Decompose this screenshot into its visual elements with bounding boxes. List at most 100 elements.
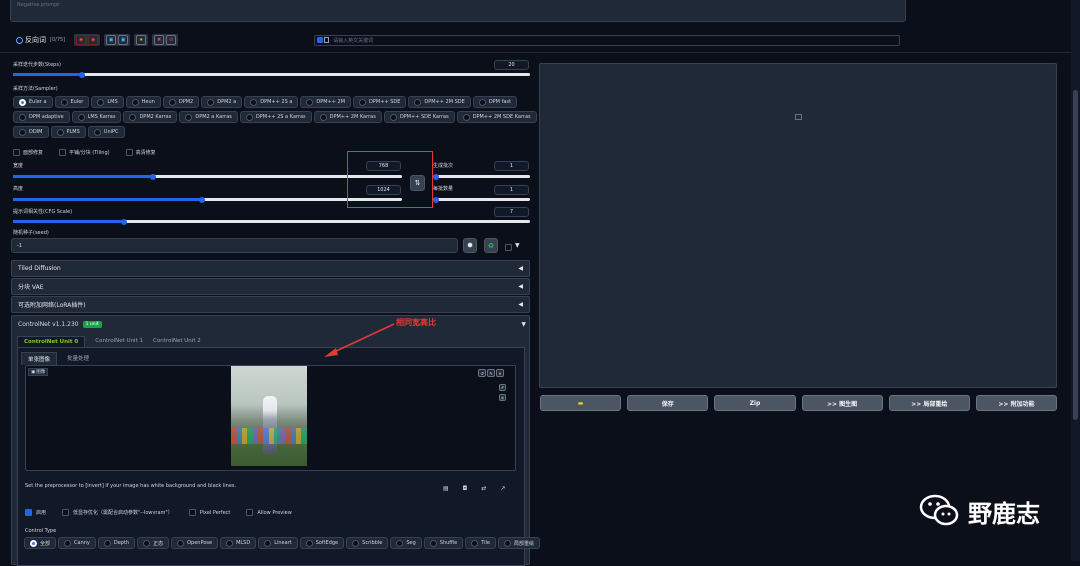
hires-checkbox[interactable]: 高清修复 bbox=[125, 149, 156, 156]
tiling-box[interactable] bbox=[59, 149, 67, 156]
steps-value[interactable]: 20 bbox=[494, 60, 529, 70]
control-type-option[interactable]: Scribble bbox=[346, 537, 389, 549]
width-slider[interactable] bbox=[13, 173, 402, 180]
control-type-option[interactable]: Canny bbox=[58, 537, 96, 549]
sampler-option[interactable]: DPM adaptive bbox=[13, 111, 70, 123]
lowvram-checkbox[interactable] bbox=[62, 509, 70, 516]
sampler-option[interactable]: DPM++ 2S a Karras bbox=[239, 111, 312, 123]
sampler-option[interactable]: DDIM bbox=[13, 126, 49, 138]
sampler-option[interactable]: DPM2 bbox=[162, 96, 200, 108]
pen-tool-icon[interactable]: ✐ bbox=[499, 384, 506, 391]
tab-batch[interactable]: 批量处理 bbox=[67, 352, 89, 365]
control-type-option[interactable]: Shuffle bbox=[423, 537, 464, 549]
sampler-option[interactable]: Euler a bbox=[13, 96, 53, 108]
tag-search-field[interactable]: 请输入英文关键词 bbox=[314, 34, 901, 46]
copy-icon[interactable]: ▣ bbox=[118, 35, 129, 45]
height-slider[interactable] bbox=[13, 196, 402, 203]
output-button-1[interactable]: 保存 bbox=[627, 395, 709, 411]
reuse-seed-button[interactable]: ♻ bbox=[484, 238, 498, 253]
sampler-option[interactable]: DPM++ 2M SDE bbox=[408, 96, 471, 108]
tab-unit-0[interactable]: ControlNet Unit 0 bbox=[17, 336, 86, 347]
camera-icon[interactable]: ◘ bbox=[463, 485, 468, 492]
control-type-option[interactable]: Tile bbox=[465, 537, 496, 549]
enable-checkbox[interactable] bbox=[25, 509, 32, 516]
extra-seed-checkbox[interactable] bbox=[505, 244, 512, 251]
controlnet-header[interactable]: ControlNet v1.1.230 1 unit ▼ bbox=[18, 321, 526, 328]
sampler-option[interactable]: LMS Karras bbox=[71, 111, 122, 123]
negative-prompt-input[interactable]: Negative prompt bbox=[10, 0, 906, 22]
accordion-lora[interactable]: 可选附加网络(LoRA插件) ◀ bbox=[11, 296, 530, 313]
pixel-perfect-checkbox[interactable] bbox=[188, 509, 196, 516]
batch-count-slider[interactable] bbox=[433, 173, 530, 180]
sampler-option[interactable]: DPM++ 2M bbox=[300, 96, 352, 108]
scrollbar-thumb[interactable] bbox=[1073, 90, 1078, 420]
sampler-option[interactable]: Euler bbox=[54, 96, 90, 108]
rotate-icon[interactable]: ↺ bbox=[478, 369, 486, 377]
control-type-option[interactable]: MLSD bbox=[220, 537, 257, 549]
output-button-5[interactable]: >> 附加功能 bbox=[975, 395, 1058, 411]
control-type-option[interactable]: OpenPose bbox=[171, 537, 219, 549]
edit-icon[interactable]: ✎ bbox=[487, 369, 495, 377]
random-seed-button[interactable]: ⬢ bbox=[463, 238, 477, 253]
sampler-option[interactable]: DPM fast bbox=[472, 96, 517, 108]
tab-single-image[interactable]: 单张图像 bbox=[21, 352, 58, 365]
scrollbar-track[interactable] bbox=[1071, 0, 1080, 561]
accordion-tiled-diffusion[interactable]: Tiled Diffusion ◀ bbox=[11, 260, 530, 277]
face-restore-checkbox[interactable]: 面部修复 bbox=[13, 149, 43, 156]
cancel-icon[interactable]: ⊘ bbox=[166, 35, 177, 45]
cfg-slider[interactable] bbox=[13, 218, 530, 225]
seed-input[interactable]: -1 bbox=[11, 238, 458, 253]
document-icon[interactable]: ▤ bbox=[443, 485, 449, 492]
star-icon[interactable]: ★ bbox=[136, 35, 147, 45]
image-drop-area[interactable]: ▣ 图像 ↺ ✎ ✕ ✐ ◎ bbox=[25, 365, 516, 471]
sampler-option[interactable]: UniPC bbox=[87, 126, 125, 138]
sampler-option[interactable]: DPM2 Karras bbox=[123, 111, 178, 123]
sampler-option[interactable]: DPM++ SDE Karras bbox=[383, 111, 455, 123]
hires-box[interactable] bbox=[125, 149, 133, 156]
clear-red-icon[interactable]: ◉ bbox=[76, 35, 87, 45]
sampler-option[interactable]: DPM++ 2S a bbox=[244, 96, 299, 108]
image-placeholder-icon bbox=[795, 114, 802, 120]
tiling-checkbox[interactable]: 平铺/分块 (Tiling) bbox=[59, 149, 110, 156]
control-type-option[interactable]: 局部重绘 bbox=[497, 537, 540, 549]
swap-icon[interactable]: ⇄ bbox=[481, 485, 486, 492]
output-button-4[interactable]: >> 局部重绘 bbox=[888, 395, 970, 411]
close-icon[interactable]: ✕ bbox=[496, 369, 504, 377]
reverse-prompt-toggle-icon[interactable] bbox=[16, 36, 23, 44]
sampler-option[interactable]: PLMS bbox=[50, 126, 86, 138]
trash-icon[interactable]: ✖ bbox=[154, 35, 165, 45]
sampler-option[interactable]: DPM2 a bbox=[201, 96, 243, 108]
cfg-value[interactable]: 7 bbox=[494, 207, 529, 217]
sampler-option[interactable]: DPM2 a Karras bbox=[179, 111, 238, 123]
sampler-option[interactable]: DPM++ SDE bbox=[353, 96, 407, 108]
control-type-option[interactable]: Depth bbox=[97, 537, 136, 549]
accordion-tiled-vae[interactable]: 分块 VAE ◀ bbox=[11, 278, 530, 295]
tag-search-checkbox[interactable] bbox=[317, 37, 324, 43]
control-type-option[interactable]: SoftEdge bbox=[299, 537, 345, 549]
delete-red-icon[interactable]: ◉ bbox=[88, 35, 99, 45]
open-folder-button[interactable]: ▬ bbox=[540, 395, 622, 411]
output-button-3[interactable]: >> 图生图 bbox=[801, 395, 883, 411]
face-restore-box[interactable] bbox=[13, 149, 20, 156]
extra-seed-expand-icon[interactable]: ▼ bbox=[515, 242, 520, 249]
paste-icon[interactable]: ▣ bbox=[106, 35, 117, 45]
sampler-option[interactable]: LMS bbox=[91, 96, 124, 108]
control-type-option[interactable]: Lineart bbox=[258, 537, 298, 549]
batch-size-slider[interactable] bbox=[433, 196, 530, 203]
batch-count-value[interactable]: 1 bbox=[494, 161, 529, 171]
steps-slider[interactable] bbox=[13, 71, 530, 78]
control-type-radio-group: 全部 Canny Depth 正态 OpenPose MLSD Lineart SoftEdg… bbox=[24, 537, 540, 552]
allow-preview-checkbox[interactable] bbox=[246, 509, 254, 516]
output-button-2[interactable]: Zip bbox=[714, 395, 796, 411]
sampler-option[interactable]: DPM++ 2M Karras bbox=[313, 111, 382, 123]
batch-size-value[interactable]: 1 bbox=[494, 185, 529, 195]
sampler-option[interactable]: DPM++ 2M SDE Karras bbox=[456, 111, 537, 123]
brush-size-icon[interactable]: ◎ bbox=[499, 394, 506, 401]
tab-unit-2[interactable]: ControlNet Unit 2 bbox=[153, 336, 201, 347]
sampler-option[interactable]: Heun bbox=[125, 96, 161, 108]
control-type-option[interactable]: 全部 bbox=[24, 537, 57, 549]
send-icon[interactable]: ↗ bbox=[500, 485, 505, 492]
control-type-option[interactable]: 正态 bbox=[137, 537, 170, 549]
control-type-option[interactable]: Seg bbox=[390, 537, 422, 549]
tab-unit-1[interactable]: ControlNet Unit 1 bbox=[95, 336, 143, 347]
